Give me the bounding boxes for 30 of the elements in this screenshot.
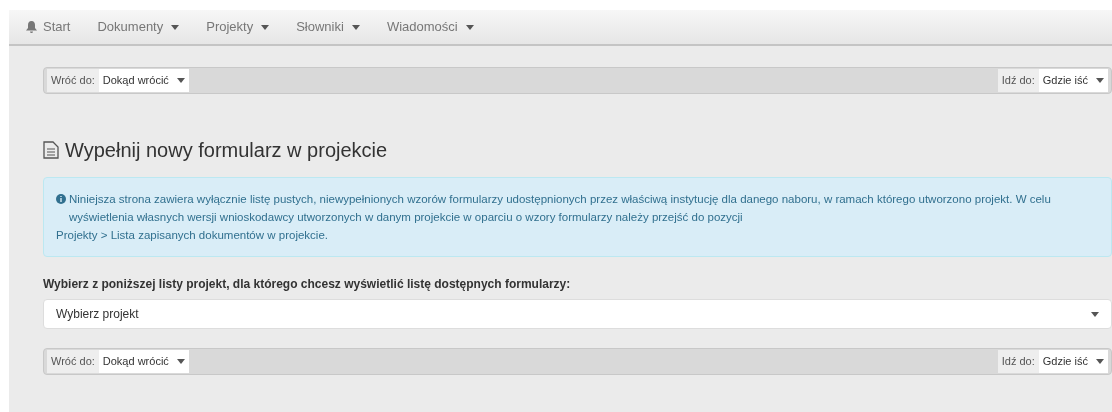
bell-icon — [26, 21, 37, 33]
page-heading: Wypełnij nowy formularz w projekcie — [65, 138, 388, 163]
select-label: Wybierz z poniższej listy projekt, dla którego chcesz wyświetlić listę dostępnych formularzy: — [43, 276, 572, 293]
caret-icon — [176, 359, 185, 364]
caret-icon — [1096, 359, 1104, 364]
nav-link[interactable]: Dokumenty — [97, 17, 180, 37]
go-label: Idź do: — [997, 350, 1039, 373]
path-text: Projekty > Lista zapisanych dokumentów w projekcie. — [56, 228, 329, 243]
caret-icon — [351, 24, 360, 30]
caret-icon — [176, 78, 185, 83]
caret-icon — [1096, 78, 1104, 83]
go-label: Idź do: — [997, 69, 1039, 92]
info-icon — [56, 194, 66, 204]
document-icon — [43, 141, 59, 159]
back-dropdown[interactable]: Dokąd wrócić — [98, 69, 189, 92]
go-dropdown[interactable]: Gdzie iść — [1038, 350, 1108, 373]
back-label: Wróć do: — [47, 69, 99, 92]
go-dropdown[interactable]: Gdzie iść — [1038, 69, 1108, 92]
nav-link[interactable]: Słowniki — [296, 17, 360, 37]
nav-link[interactable]: Wiadomości — [386, 17, 474, 37]
project-select[interactable]: Wybierz projekt — [43, 299, 1112, 329]
nav-link[interactable]: Start — [26, 17, 71, 37]
back-label: Wróć do: — [47, 350, 99, 373]
caret-icon — [261, 24, 270, 30]
back-dropdown[interactable]: Dokąd wrócić — [98, 350, 189, 373]
info-text: Niniejsza strona zawiera wyłącznie listę pustych, niewypełnionych wzorów formularzy udostępnionych przez właściwą instytucję dla danego naboru, w ramach którego utworzono projekt. W celu wyświetlenia własnych wersji wnioskodawcy utworzonych w danym projekcie w oparciu o wzory formularzy należy przejść do pozycji — [69, 192, 1052, 225]
caret-icon — [465, 24, 474, 30]
caret-icon — [1091, 311, 1099, 317]
nav-link[interactable]: Projekty — [206, 17, 270, 37]
caret-icon — [171, 24, 180, 30]
